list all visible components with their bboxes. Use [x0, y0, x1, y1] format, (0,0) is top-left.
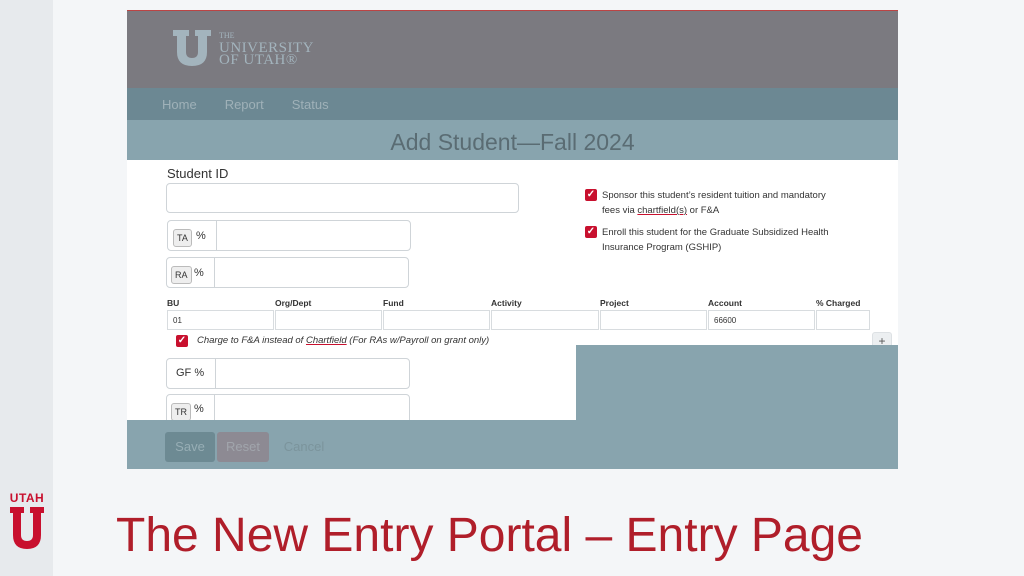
tr-pct: %	[194, 403, 204, 415]
header-fund: Fund	[383, 298, 404, 308]
sponsor-text: Sponsor this student’s resident tuition …	[602, 190, 826, 216]
ta-tag: TA	[173, 229, 192, 247]
fund-input[interactable]	[383, 310, 490, 330]
gship-checkbox[interactable]: ✓	[585, 226, 597, 238]
fa-checkbox[interactable]: ✓	[176, 335, 188, 347]
header-project: Project	[600, 298, 629, 308]
pct-charged-input[interactable]	[816, 310, 870, 330]
org-dept-input[interactable]	[275, 310, 382, 330]
block-u-icon	[173, 30, 211, 66]
portal-screenshot: THE UNIVERSITY OF UTAH® Home Report Stat…	[127, 10, 898, 469]
ra-pct: %	[194, 267, 204, 279]
account-input[interactable]: 66600	[708, 310, 815, 330]
bu-input[interactable]: 01	[167, 310, 274, 330]
nav-home[interactable]: Home	[162, 97, 197, 112]
header-pct-charged: % Charged	[816, 298, 861, 308]
brand-bar: THE UNIVERSITY OF UTAH®	[127, 11, 898, 88]
nav-status[interactable]: Status	[292, 97, 329, 112]
activity-input[interactable]	[491, 310, 599, 330]
ta-pct: %	[196, 230, 206, 242]
block-u-icon	[10, 507, 44, 549]
project-input[interactable]	[600, 310, 707, 330]
tr-tag: TR	[171, 403, 191, 421]
utah-word: UTAH	[9, 491, 45, 505]
cancel-button[interactable]: Cancel	[275, 432, 333, 462]
left-strip	[0, 0, 53, 576]
reset-button[interactable]: Reset	[217, 432, 269, 462]
add-student-form: Student ID TA % RA % ✓ Sponsor this stud…	[127, 160, 898, 469]
ra-tag: RA	[171, 266, 192, 284]
save-button[interactable]: Save	[165, 432, 215, 462]
header-account: Account	[708, 298, 742, 308]
header-org-dept: Org/Dept	[275, 298, 312, 308]
university-logo: THE UNIVERSITY OF UTAH®	[171, 27, 314, 69]
fa-text: Charge to F&A instead of Chartfield (For…	[197, 335, 490, 346]
nav-report[interactable]: Report	[225, 97, 264, 112]
page-title-bar: Add Student—Fall 2024	[127, 120, 898, 160]
header-bu: BU	[167, 298, 180, 308]
header-activity: Activity	[491, 298, 522, 308]
nav-bar: Home Report Status	[127, 88, 898, 120]
gship-text: Enroll this student for the Graduate Sub…	[602, 227, 829, 253]
slide-title: The New Entry Portal – Entry Page	[116, 509, 863, 562]
student-id-label: Student ID	[167, 166, 229, 181]
utah-logo: UTAH	[6, 492, 48, 554]
sponsor-checkbox[interactable]: ✓	[585, 189, 597, 201]
gf-label: GF %	[176, 367, 205, 379]
student-id-input[interactable]	[166, 183, 519, 213]
page-title: Add Student—Fall 2024	[390, 129, 635, 155]
